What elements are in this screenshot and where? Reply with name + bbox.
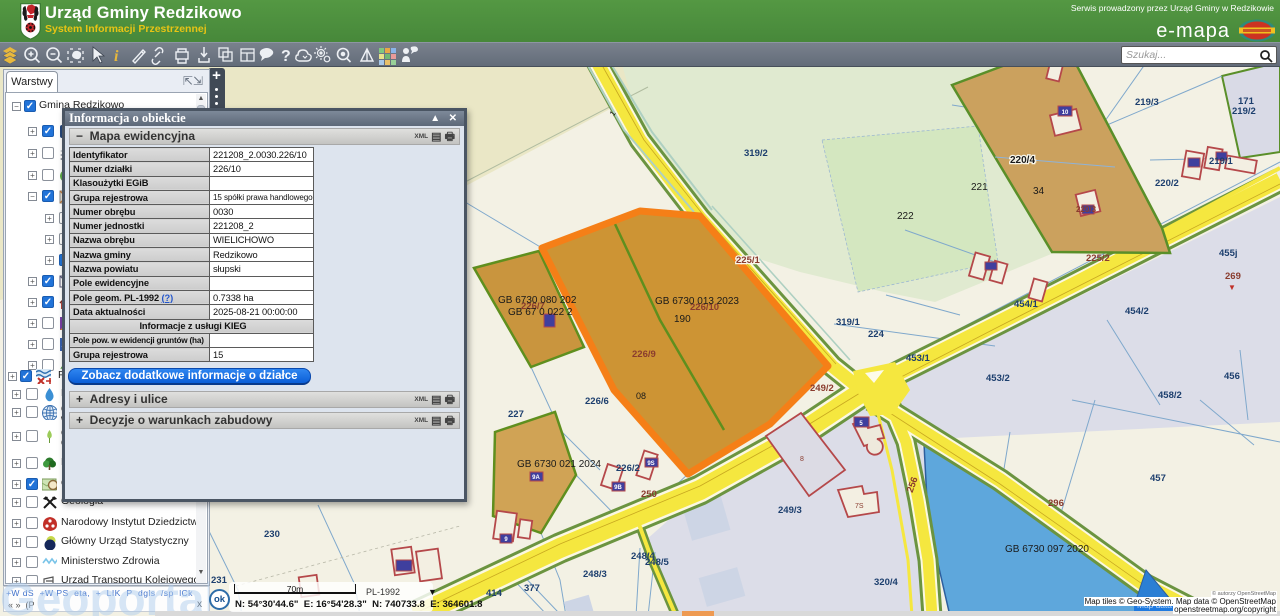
svg-text:08: 08 xyxy=(636,391,646,401)
svg-text:248/5: 248/5 xyxy=(645,557,669,568)
svg-text:GB 67 0 022 2: GB 67 0 022 2 xyxy=(508,307,573,318)
svg-text:220/3: 220/3 xyxy=(1076,205,1097,214)
svg-text:9A: 9A xyxy=(532,475,540,481)
svg-text:249/2: 249/2 xyxy=(810,383,834,394)
svg-text:227: 227 xyxy=(508,409,524,420)
svg-text:250: 250 xyxy=(641,489,657,500)
svg-text:224: 224 xyxy=(868,329,885,340)
svg-text:319/2: 319/2 xyxy=(744,148,768,159)
svg-text:219/3: 219/3 xyxy=(1135,97,1159,108)
svg-text:▼: ▼ xyxy=(1228,283,1236,292)
svg-text:231: 231 xyxy=(211,575,228,586)
svg-text:GB 6730 080 202: GB 6730 080 202 xyxy=(498,295,577,306)
svg-text:?: ? xyxy=(281,48,291,65)
svg-text:221: 221 xyxy=(971,182,988,193)
svg-text:GB 6730 021 2024: GB 6730 021 2024 xyxy=(517,459,601,470)
svg-text:225/1: 225/1 xyxy=(736,255,760,266)
svg-text:225/2: 225/2 xyxy=(1086,253,1110,264)
svg-text:249/3: 249/3 xyxy=(778,505,802,516)
svg-text:319/1: 319/1 xyxy=(836,317,860,328)
svg-text:453/2: 453/2 xyxy=(986,373,1010,384)
svg-text:226/2: 226/2 xyxy=(616,463,640,474)
svg-text:457: 457 xyxy=(1150,473,1166,484)
svg-text:8: 8 xyxy=(800,456,804,463)
svg-text:9S: 9S xyxy=(647,461,654,467)
svg-text:414: 414 xyxy=(486,588,503,599)
svg-text:454/1: 454/1 xyxy=(1014,299,1038,310)
svg-text:190: 190 xyxy=(674,314,691,325)
svg-text:220/4: 220/4 xyxy=(1010,155,1035,166)
svg-text:10: 10 xyxy=(1062,110,1069,116)
svg-text:458/2: 458/2 xyxy=(1158,390,1182,401)
svg-text:269: 269 xyxy=(1225,271,1241,282)
svg-text:453/1: 453/1 xyxy=(906,353,930,364)
svg-text:GB 6730 013 2023: GB 6730 013 2023 xyxy=(655,296,739,307)
svg-text:222: 222 xyxy=(897,211,914,222)
svg-text:219/1: 219/1 xyxy=(1209,156,1233,167)
svg-text:454/2: 454/2 xyxy=(1125,306,1149,317)
svg-text:226/6: 226/6 xyxy=(585,396,609,407)
svg-text:320/4: 320/4 xyxy=(874,577,898,588)
svg-text:219/2: 219/2 xyxy=(1232,106,1256,117)
svg-text:220/2: 220/2 xyxy=(1155,178,1179,189)
svg-text:377: 377 xyxy=(524,583,540,594)
svg-text:296: 296 xyxy=(1048,498,1064,509)
svg-text:226/9: 226/9 xyxy=(632,349,656,360)
svg-text:7S: 7S xyxy=(855,503,864,510)
svg-text:i: i xyxy=(114,48,119,65)
svg-text:GB 6730 097 2020: GB 6730 097 2020 xyxy=(1005,544,1089,555)
svg-text:230: 230 xyxy=(264,529,280,540)
svg-text:34: 34 xyxy=(1033,186,1045,197)
svg-text:248/3: 248/3 xyxy=(583,569,607,580)
svg-text:9B: 9B xyxy=(614,485,622,491)
svg-text:455j: 455j xyxy=(1219,248,1238,259)
svg-text:456: 456 xyxy=(1224,371,1240,382)
